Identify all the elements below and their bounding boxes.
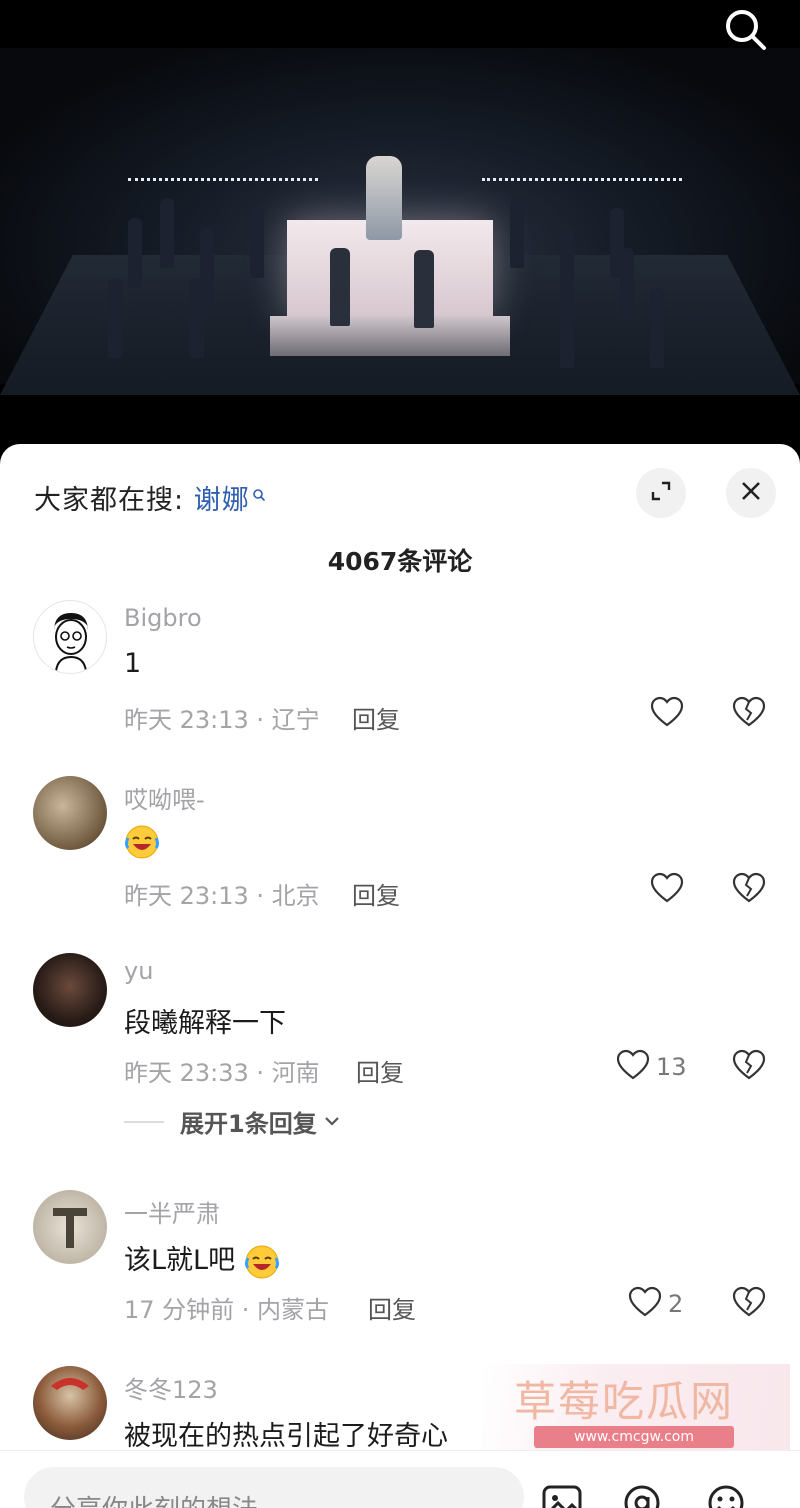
comment-input-placeholder: 分享你此刻的想法 (50, 1489, 258, 1508)
like-count: 2 (668, 1290, 684, 1318)
avatar[interactable] (33, 1366, 107, 1440)
comment-meta: 昨天 23:13 · 北京 (124, 882, 320, 910)
reply-button[interactable]: 回复 (356, 1053, 404, 1088)
dislike-button[interactable] (732, 872, 766, 908)
heart-icon (650, 872, 684, 908)
heart-icon (616, 1049, 650, 1085)
expand-replies-label: 展开1条回复 (180, 1110, 317, 1138)
comment-meta: 昨天 23:13 · 辽宁 (124, 706, 320, 734)
emoji-icon[interactable] (704, 1483, 748, 1508)
like-button[interactable]: 13 (616, 1049, 687, 1085)
search-icon (252, 478, 266, 502)
hot-search-bar[interactable]: 大家都在搜: 谢娜 (34, 478, 266, 517)
comment-text (124, 824, 160, 860)
reply-button[interactable]: 回复 (352, 700, 400, 735)
comment-meta: 17 分钟前 · 内蒙古 (124, 1296, 330, 1324)
dislike-button[interactable] (732, 1049, 766, 1085)
avatar[interactable] (33, 776, 107, 850)
comment-username[interactable]: yu (124, 957, 153, 985)
laughing-crying-emoji-icon (124, 824, 160, 860)
avatar[interactable] (33, 1190, 107, 1264)
hot-search-keyword[interactable]: 谢娜 (194, 485, 250, 516)
comment-meta: 昨天 23:33 · 河南 (124, 1059, 320, 1087)
expand-replies-button[interactable]: 展开1条回复 (124, 1104, 341, 1139)
comment-username[interactable]: 一半严肃 (124, 1194, 220, 1229)
comment-text: 被现在的热点引起了好奇心 (124, 1421, 448, 1452)
comment-text: 段曦解释一下 (124, 1008, 286, 1039)
comment-username[interactable]: Bigbro (124, 604, 202, 632)
chevron-down-icon (323, 1108, 341, 1136)
image-icon[interactable] (540, 1483, 584, 1508)
search-icon[interactable] (722, 6, 770, 54)
comment-count: 4067条评论 (327, 547, 473, 576)
like-button[interactable] (650, 872, 690, 908)
watermark: 草莓吃瓜网 www.cmcgw.com (482, 1364, 790, 1460)
broken-heart-icon (732, 1286, 766, 1322)
comment-input[interactable]: 分享你此刻的想法 (24, 1467, 524, 1508)
broken-heart-icon (732, 1049, 766, 1085)
broken-heart-icon (732, 696, 766, 732)
avatar[interactable] (33, 600, 107, 674)
comment-username[interactable]: 冬冬123 (124, 1370, 218, 1405)
close-button[interactable] (726, 468, 776, 518)
comments-panel: 大家都在搜: 谢娜 4067条评论 Bigbro 1 昨天 23:13 · 辽宁… (0, 444, 800, 1508)
dislike-button[interactable] (732, 696, 766, 732)
reply-button[interactable]: 回复 (368, 1290, 416, 1325)
laughing-crying-emoji-icon (244, 1244, 280, 1280)
watermark-title: 草莓吃瓜网 (514, 1377, 735, 1426)
like-button[interactable] (650, 696, 690, 732)
like-button[interactable]: 2 (628, 1286, 683, 1322)
comment-input-bar: 分享你此刻的想法 (0, 1450, 800, 1508)
dislike-button[interactable] (732, 1286, 766, 1322)
avatar[interactable] (33, 953, 107, 1027)
watermark-url: www.cmcgw.com (534, 1426, 734, 1448)
expand-button[interactable] (636, 468, 686, 518)
video-player[interactable] (0, 0, 800, 450)
comment-username[interactable]: 哎呦喂- (124, 780, 205, 815)
at-icon[interactable] (620, 1483, 664, 1508)
close-icon (740, 480, 762, 506)
reply-button[interactable]: 回复 (352, 876, 400, 911)
broken-heart-icon (732, 872, 766, 908)
like-count: 13 (656, 1053, 687, 1081)
heart-icon (628, 1286, 662, 1322)
heart-icon (650, 696, 684, 732)
concert-stage-image (0, 48, 800, 395)
divider (124, 1120, 164, 1123)
hot-search-prefix: 大家都在搜: (34, 485, 185, 516)
expand-icon (650, 480, 672, 506)
comment-text: 该L就L吧 (124, 1238, 280, 1280)
comment-text: 1 (124, 648, 142, 679)
